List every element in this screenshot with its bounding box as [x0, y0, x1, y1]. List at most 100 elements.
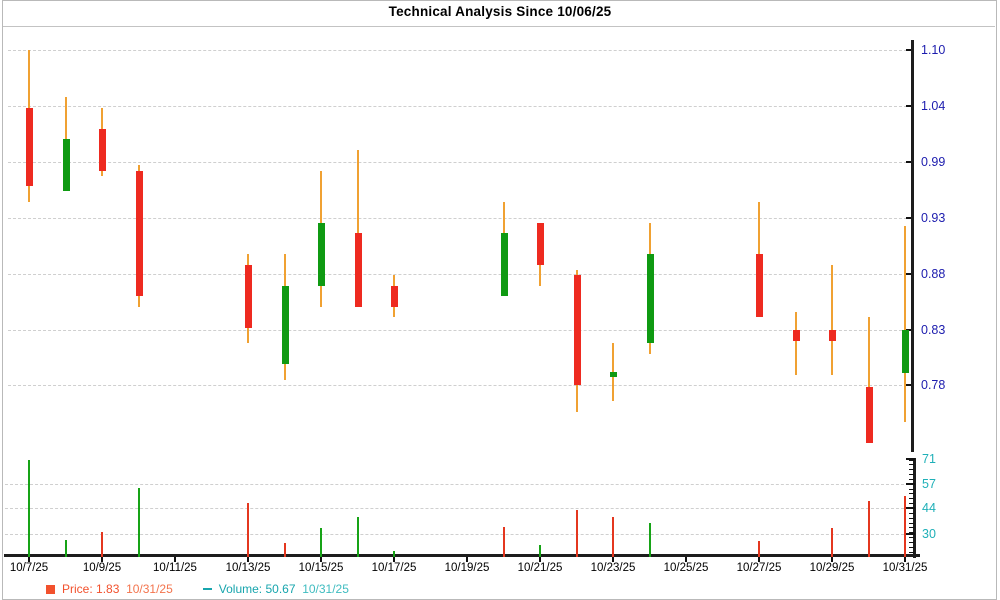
volume-bar: [101, 532, 103, 557]
volume-axis-minor-tick: [909, 547, 914, 548]
candle-body: [282, 286, 289, 365]
price-gridline: [8, 330, 912, 331]
volume-bar: [320, 528, 322, 557]
x-tick-label: 10/25/25: [664, 562, 709, 574]
volume-bar: [612, 517, 614, 557]
x-tick-label: 10/13/25: [226, 562, 271, 574]
price-gridline: [8, 218, 912, 219]
volume-bar: [65, 540, 67, 558]
volume-axis-minor-tick: [909, 479, 914, 480]
volume-axis-minor-tick: [909, 552, 914, 553]
candle-body: [318, 223, 325, 286]
candle-body: [355, 233, 362, 306]
volume-axis-minor-tick: [909, 498, 914, 499]
candle-body: [756, 254, 763, 317]
candle-body: [26, 108, 33, 187]
candle-body: [866, 387, 873, 443]
x-tick-label: 10/29/25: [810, 562, 855, 574]
candle-body: [537, 223, 544, 265]
x-tick-label: 10/31/25: [883, 562, 928, 574]
volume-axis-minor-tick: [909, 474, 914, 475]
price-tick-label: 0.99: [921, 155, 945, 169]
price-gridline: [8, 162, 912, 163]
volume-bar: [28, 460, 30, 557]
volume-bar: [649, 523, 651, 558]
x-tick-label: 10/23/25: [591, 562, 636, 574]
volume-gridline: [5, 484, 914, 485]
volume-axis-minor-tick: [909, 523, 914, 524]
price-gridline: [8, 50, 912, 51]
x-tick-label: 10/21/25: [518, 562, 563, 574]
volume-bar: [539, 545, 541, 557]
legend: Price: 1.83 10/31/25 Volume: 50.67 10/31…: [46, 581, 349, 597]
volume-bar: [576, 510, 578, 557]
x-tick-label: 10/17/25: [372, 562, 417, 574]
candle-body: [245, 265, 252, 328]
volume-gridline: [5, 508, 914, 509]
volume-axis-minor-tick: [909, 493, 914, 494]
candle-body: [99, 129, 106, 171]
candle-body: [610, 372, 617, 377]
x-tick-label: 10/11/25: [153, 562, 197, 574]
volume-tick-label: 30: [922, 527, 936, 541]
volume-axis-minor-tick: [909, 460, 914, 461]
price-gridline: [8, 106, 912, 107]
volume-axis-tick: [906, 533, 915, 535]
volume-bar: [357, 517, 359, 557]
volume-bar: [247, 503, 249, 558]
volume-tick-label: 57: [922, 477, 936, 491]
price-legend-square-icon: [46, 585, 55, 594]
legend-volume-value: 50.67: [265, 582, 295, 596]
candle-body: [136, 171, 143, 297]
volume-bar: [393, 551, 395, 558]
technical-analysis-chart: Technical Analysis Since 10/06/25 1.101.…: [0, 0, 1000, 600]
volume-axis-tick: [906, 483, 915, 485]
candle-body: [501, 233, 508, 296]
volume-axis-minor-tick: [909, 542, 914, 543]
volume-bar: [138, 488, 140, 558]
candle-body: [902, 330, 909, 373]
x-axis-line: [4, 554, 920, 557]
x-tick-label: 10/27/25: [737, 562, 782, 574]
x-tick-label: 10/9/25: [83, 562, 121, 574]
candle-body: [574, 275, 581, 385]
candle-body: [793, 330, 800, 342]
legend-price-value: 1.83: [96, 582, 119, 596]
volume-bar: [868, 501, 870, 558]
candle-body: [647, 254, 654, 343]
volume-legend-dash-icon: [203, 588, 212, 590]
x-tick-label: 10/19/25: [445, 562, 490, 574]
legend-volume-date: 10/31/25: [302, 582, 349, 596]
legend-price-date: 10/31/25: [126, 582, 173, 596]
price-gridline: [8, 385, 912, 386]
candle-wick: [795, 312, 797, 375]
volume-gridline: [5, 534, 914, 535]
volume-axis-minor-tick: [909, 513, 914, 514]
legend-volume-label: Volume:: [219, 582, 262, 596]
volume-bar: [284, 543, 286, 557]
volume-axis-tick: [906, 507, 915, 509]
volume-axis-minor-tick: [909, 489, 914, 490]
volume-axis-minor-tick: [909, 503, 914, 504]
volume-tick-label: 44: [922, 501, 936, 515]
page-border: [2, 0, 997, 600]
volume-axis-minor-tick: [909, 464, 914, 465]
candle-body: [391, 286, 398, 307]
price-tick-label: 0.78: [921, 378, 945, 392]
candle-body: [63, 139, 70, 191]
price-tick-label: 0.83: [921, 323, 945, 337]
volume-axis-minor-tick: [909, 469, 914, 470]
title-separator: [3, 26, 995, 27]
volume-axis-minor-tick: [909, 518, 914, 519]
volume-bar: [758, 541, 760, 557]
volume-axis-minor-tick: [909, 527, 914, 528]
volume-bar: [904, 496, 906, 558]
legend-price-label: Price:: [62, 582, 93, 596]
candle-body: [829, 330, 836, 342]
candle-wick: [831, 265, 833, 375]
price-tick-label: 1.10: [921, 43, 945, 57]
volume-axis-minor-tick: [909, 537, 914, 538]
volume-bar: [831, 528, 833, 557]
x-tick-label: 10/7/25: [10, 562, 48, 574]
price-tick-label: 0.88: [921, 267, 945, 281]
